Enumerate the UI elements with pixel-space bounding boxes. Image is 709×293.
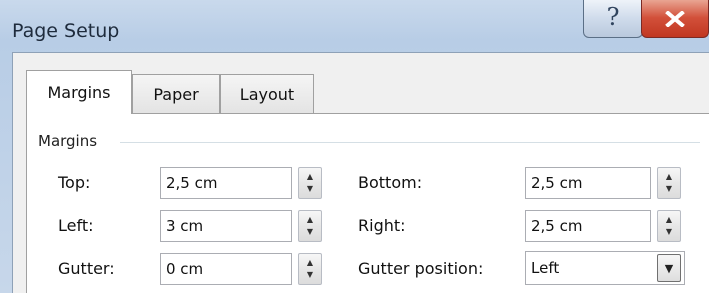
margins-group-label: Margins (38, 132, 104, 150)
spin-up-icon[interactable]: ▲ (307, 257, 313, 269)
group-divider (120, 142, 700, 143)
spin-down-icon[interactable]: ▼ (307, 269, 313, 281)
close-button[interactable] (641, 0, 709, 38)
help-button[interactable]: ? (583, 0, 643, 38)
tab-paper[interactable]: Paper (132, 74, 220, 114)
spin-up-icon[interactable]: ▲ (307, 171, 313, 183)
left-input[interactable]: 3 cm (160, 210, 292, 242)
spin-up-icon[interactable]: ▲ (666, 214, 672, 226)
left-label: Left: (58, 216, 94, 235)
gutter-label: Gutter: (58, 259, 115, 278)
gutter-input[interactable]: 0 cm (160, 253, 292, 285)
top-label: Top: (58, 173, 91, 192)
tab-margins[interactable]: Margins (26, 70, 132, 114)
window-title: Page Setup (12, 20, 120, 42)
right-label: Right: (358, 216, 406, 235)
spin-up-icon[interactable]: ▲ (307, 214, 313, 226)
page-setup-dialog: Page Setup ? Margins Paper Layout Margin… (0, 0, 709, 293)
bottom-label: Bottom: (358, 173, 423, 192)
spin-down-icon[interactable]: ▼ (666, 226, 672, 238)
gutter-spinner[interactable]: ▲ ▼ (298, 253, 322, 285)
bottom-input[interactable]: 2,5 cm (525, 167, 651, 199)
right-input[interactable]: 2,5 cm (525, 210, 651, 242)
tab-layout[interactable]: Layout (220, 74, 314, 114)
spin-up-icon[interactable]: ▲ (666, 171, 672, 183)
spin-down-icon[interactable]: ▼ (307, 226, 313, 238)
close-icon (665, 10, 685, 27)
top-spinner[interactable]: ▲ ▼ (298, 167, 322, 199)
top-input[interactable]: 2,5 cm (160, 167, 292, 199)
gutter-position-label: Gutter position: (358, 259, 484, 278)
right-spinner[interactable]: ▲ ▼ (657, 210, 681, 242)
spin-down-icon[interactable]: ▼ (307, 183, 313, 195)
left-spinner[interactable]: ▲ ▼ (298, 210, 322, 242)
spin-down-icon[interactable]: ▼ (666, 183, 672, 195)
help-icon: ? (606, 2, 620, 31)
bottom-spinner[interactable]: ▲ ▼ (657, 167, 681, 199)
dropdown-arrow-icon[interactable]: ▼ (657, 254, 681, 282)
